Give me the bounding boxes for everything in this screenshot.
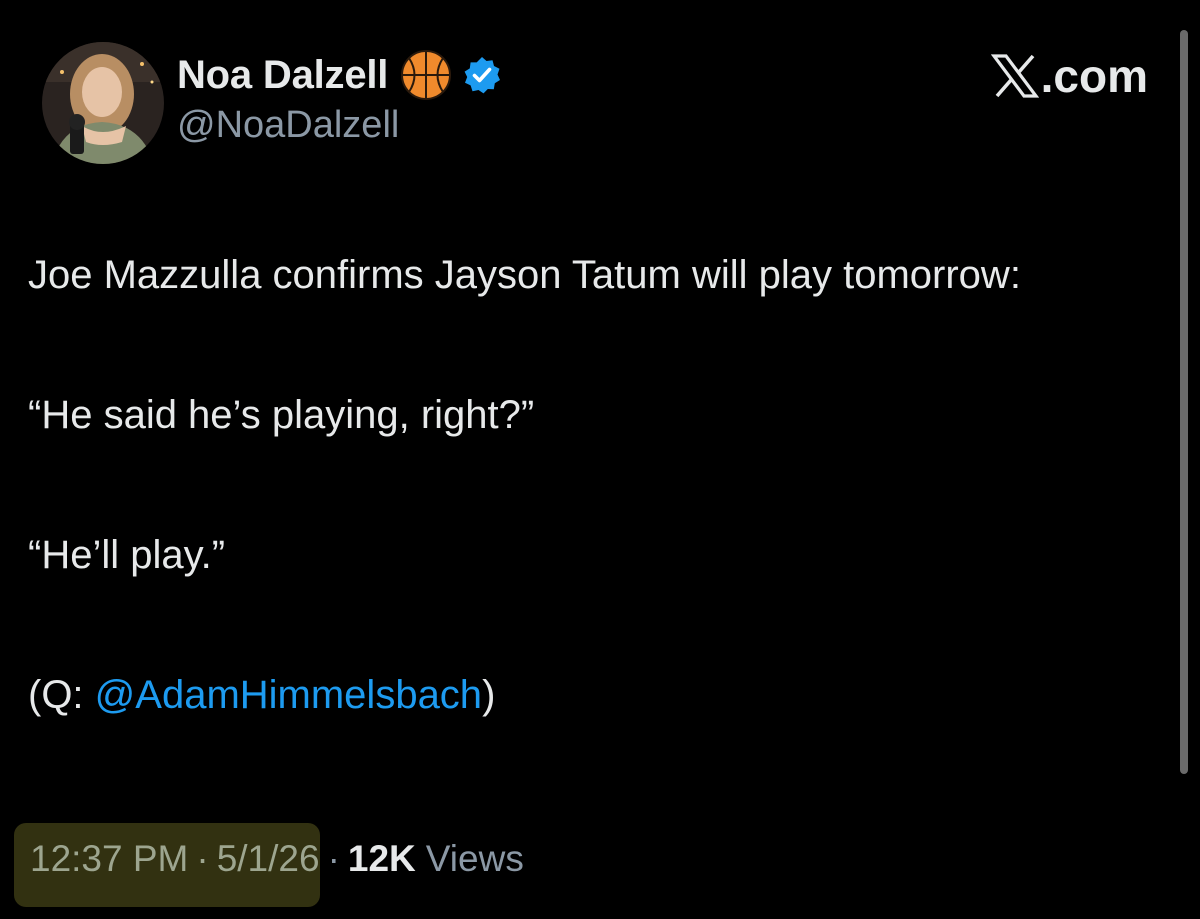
views-label: Views	[425, 838, 524, 879]
handle[interactable]: @NoaDalzell	[177, 104, 399, 147]
site-brand: .com	[990, 48, 1148, 104]
verified-badge-icon[interactable]	[462, 55, 502, 95]
avatar[interactable]	[42, 42, 164, 164]
tweet-quote-answer: “He’ll play.”	[28, 533, 226, 577]
x-logo-icon	[990, 54, 1039, 98]
author-header: Noa Dalzell	[177, 46, 502, 104]
credit-suffix: )	[482, 673, 496, 717]
tweet-meta: 12:37 PM · 5/1/26 · 12K Views	[30, 838, 524, 880]
basketball-icon	[400, 49, 452, 101]
tweet-text: Joe Mazzulla confirms Jayson Tatum will …	[28, 240, 1138, 730]
site-brand-text: .com	[1040, 50, 1148, 102]
tweet-credit: (Q: @AdamHimmelsbach)	[28, 660, 1138, 730]
tweet-date[interactable]: 5/1/26	[217, 838, 320, 880]
tweet-line-intro: Joe Mazzulla confirms Jayson Tatum will …	[28, 253, 1021, 297]
mention-link[interactable]: @AdamHimmelsbach	[95, 673, 482, 717]
tweet-time[interactable]: 12:37 PM	[30, 838, 188, 880]
tweet-quote-question: “He said he’s playing, right?”	[28, 393, 535, 437]
meta-separator: ·	[196, 838, 209, 879]
display-name[interactable]: Noa Dalzell	[177, 53, 388, 98]
meta-separator: ·	[327, 838, 340, 879]
views-count[interactable]: 12K	[348, 838, 416, 880]
avatar-photo	[42, 42, 164, 164]
credit-prefix: (Q:	[28, 673, 95, 717]
scrollbar[interactable]	[1180, 30, 1188, 774]
